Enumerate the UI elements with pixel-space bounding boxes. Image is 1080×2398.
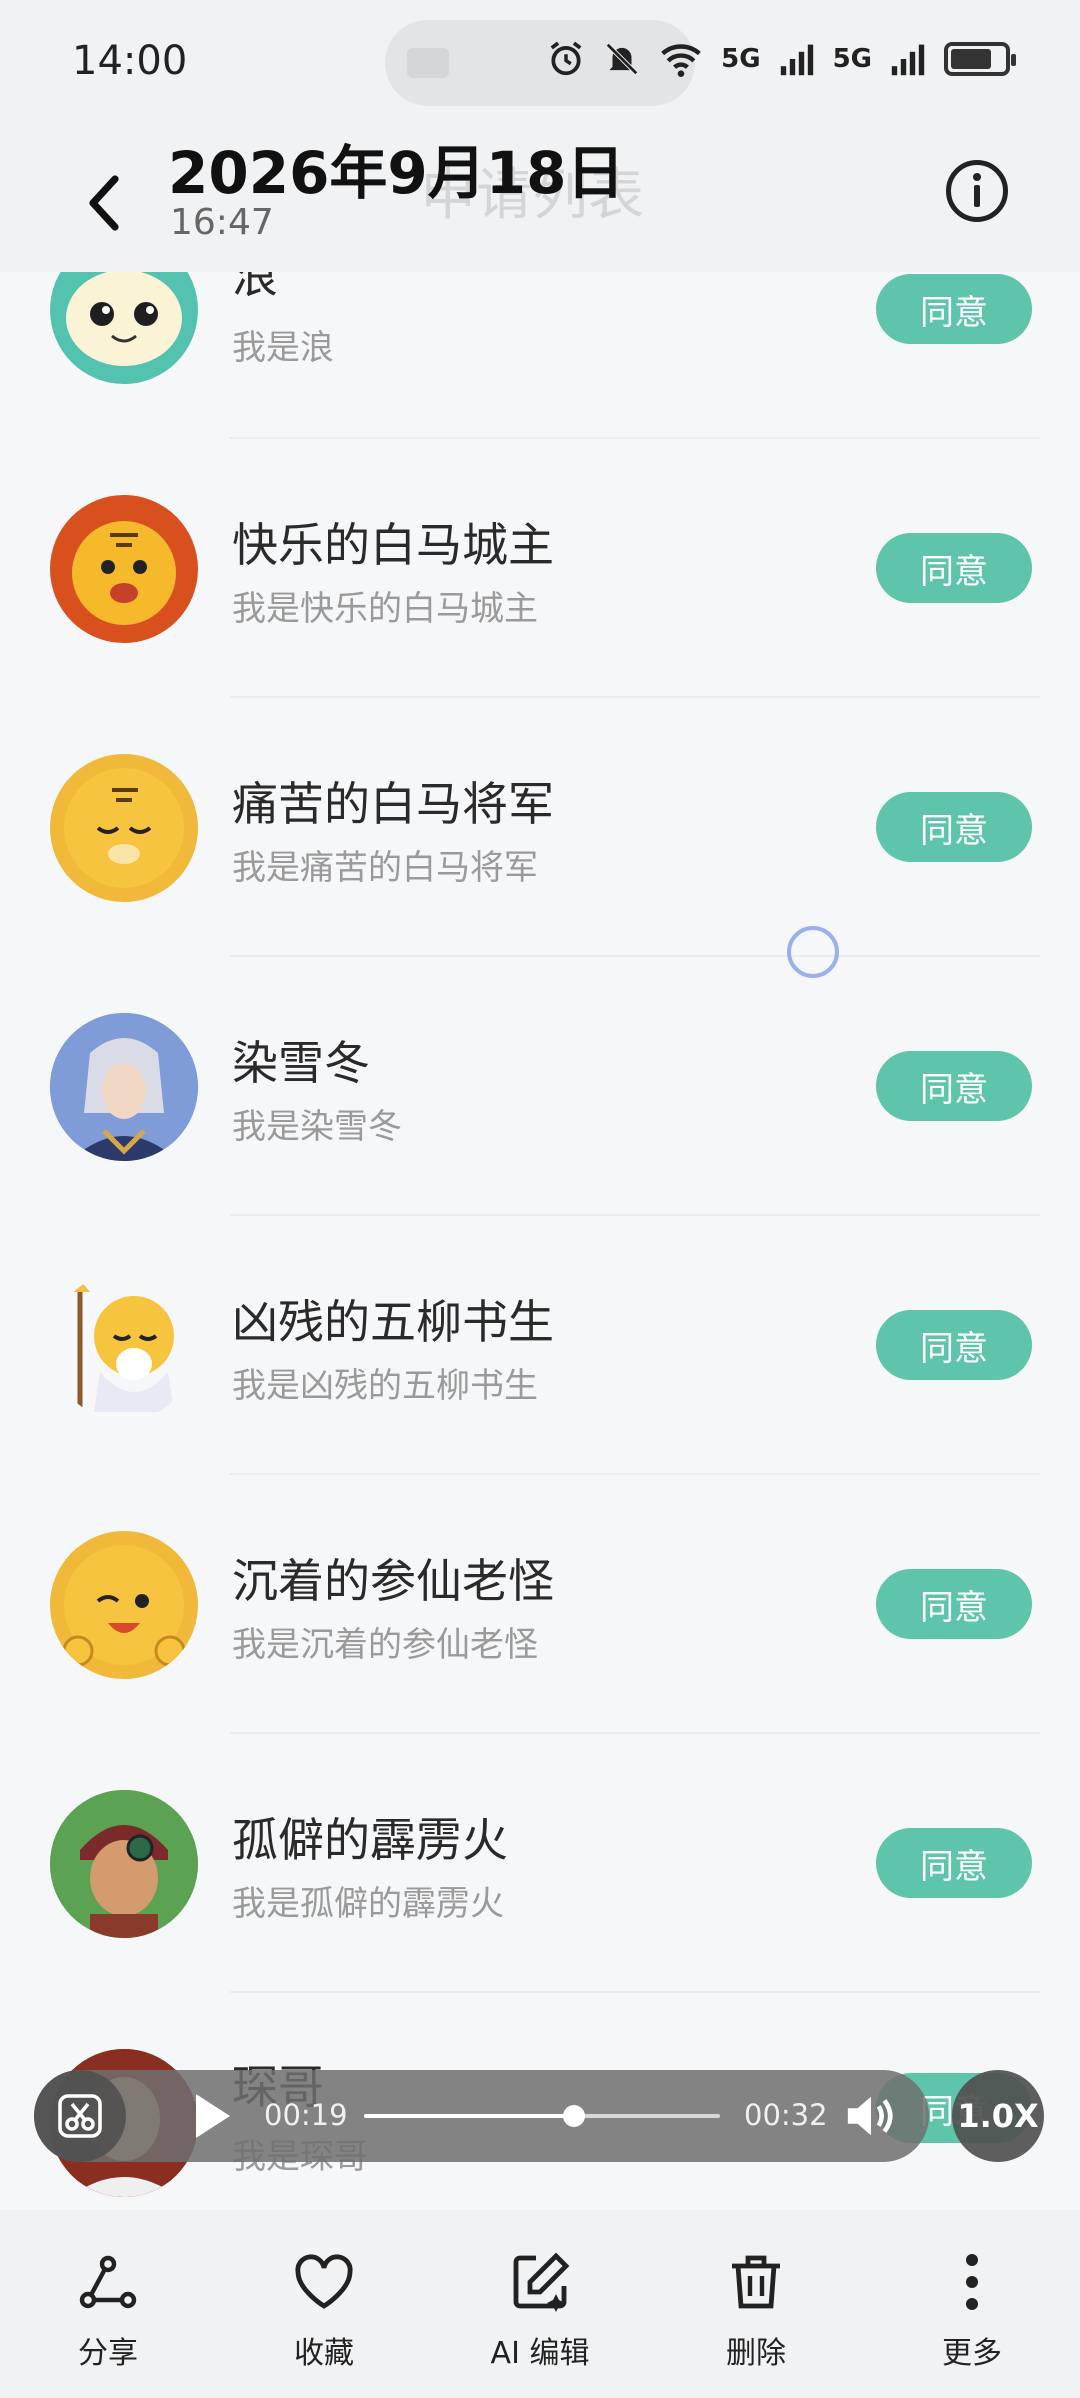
applicant-name: 染雪冬 bbox=[232, 1036, 370, 1090]
applicant-message: 我是浪 bbox=[232, 328, 334, 368]
progress-knob[interactable] bbox=[563, 2105, 586, 2127]
avatar bbox=[50, 1530, 198, 1679]
applicant-name: 孤僻的霹雳火 bbox=[232, 1813, 508, 1867]
agree-button[interactable]: 同意 bbox=[876, 274, 1032, 344]
share-label: 分享 bbox=[78, 2336, 138, 2371]
share-button[interactable]: 分享 bbox=[18, 2210, 198, 2398]
volume-icon[interactable] bbox=[844, 2092, 898, 2140]
audio-player: 00:19 00:32 1.0X bbox=[34, 2070, 1044, 2162]
agree-button[interactable]: 同意 bbox=[876, 1051, 1032, 1121]
chevron-left-icon bbox=[89, 175, 119, 231]
avatar bbox=[50, 753, 198, 902]
agree-button[interactable]: 同意 bbox=[876, 1828, 1032, 1898]
more-vertical-icon bbox=[966, 2254, 978, 2310]
status-bar: 14:00 5G 5G bbox=[0, 0, 1080, 130]
loading-indicator bbox=[787, 926, 839, 978]
header: 申请列表 2026年9月18日 16:47 bbox=[0, 110, 1080, 272]
favorite-label: 收藏 bbox=[294, 2336, 354, 2371]
more-label: 更多 bbox=[942, 2336, 1002, 2371]
list-item: 沉着的参仙老怪 我是沉着的参仙老怪 同意 bbox=[0, 1475, 1080, 1734]
applicant-message: 我是快乐的白马城主 bbox=[232, 589, 538, 629]
agree-button[interactable]: 同意 bbox=[876, 1569, 1032, 1639]
avatar bbox=[50, 1271, 198, 1420]
applicant-message: 我是痛苦的白马将军 bbox=[232, 848, 538, 888]
avatar bbox=[50, 494, 198, 643]
delete-button[interactable]: 删除 bbox=[666, 2210, 846, 2398]
list-item: 痛苦的白马将军 我是痛苦的白马将军 同意 bbox=[0, 698, 1080, 957]
applicant-message: 我是孤僻的霹雳火 bbox=[232, 1884, 504, 1924]
list-item: 凶残的五柳书生 我是凶残的五柳书生 同意 bbox=[0, 1216, 1080, 1475]
list-item: 孤僻的霹雳火 我是孤僻的霹雳火 同意 bbox=[0, 1734, 1080, 1993]
applicant-name: 快乐的白马城主 bbox=[232, 518, 554, 572]
wifi-icon bbox=[661, 44, 701, 77]
agree-button[interactable]: 同意 bbox=[876, 1310, 1032, 1380]
status-icons: 5G 5G bbox=[547, 40, 1016, 78]
back-button[interactable] bbox=[70, 158, 140, 248]
signal-icon bbox=[780, 44, 813, 76]
delete-label: 删除 bbox=[726, 2336, 786, 2371]
avatar bbox=[50, 1789, 198, 1938]
network-label-1: 5G bbox=[721, 44, 761, 74]
info-button[interactable] bbox=[946, 160, 1008, 222]
applicant-name: 凶残的五柳书生 bbox=[232, 1295, 554, 1349]
page-subtitle: 16:47 bbox=[170, 202, 274, 243]
network-label-2: 5G bbox=[832, 44, 872, 74]
agree-button[interactable]: 同意 bbox=[876, 533, 1032, 603]
applicant-message: 我是染雪冬 bbox=[232, 1107, 402, 1147]
heart-icon bbox=[295, 2254, 353, 2309]
bottom-toolbar: 分享 收藏 AI 编辑 删除 更多 bbox=[0, 2210, 1080, 2398]
agree-button[interactable]: 同意 bbox=[876, 792, 1032, 862]
list-item: 快乐的白马城主 我是快乐的白马城主 同意 bbox=[0, 439, 1080, 698]
applicant-message: 我是凶残的五柳书生 bbox=[232, 1366, 538, 1406]
ai-edit-icon bbox=[513, 2252, 570, 2312]
applicant-name: 沉着的参仙老怪 bbox=[232, 1554, 554, 1608]
total-time: 00:32 bbox=[744, 2098, 828, 2132]
favorite-button[interactable]: 收藏 bbox=[234, 2210, 414, 2398]
scissors-icon bbox=[58, 2094, 102, 2138]
applicant-message: 我是沉着的参仙老怪 bbox=[232, 1625, 538, 1665]
clip-edit-button[interactable] bbox=[34, 2070, 126, 2162]
mute-bell-icon bbox=[606, 43, 639, 75]
progress-slider[interactable] bbox=[364, 2105, 720, 2127]
trash-icon bbox=[732, 2255, 780, 2309]
camera-icon bbox=[407, 48, 449, 78]
page-title: 2026年9月18日 bbox=[168, 139, 625, 207]
share-icon bbox=[79, 2255, 137, 2309]
battery-charging-icon bbox=[944, 42, 1016, 76]
playback-speed-button[interactable]: 1.0X bbox=[952, 2070, 1044, 2162]
signal-icon bbox=[891, 44, 925, 76]
list-item: 染雪冬 我是染雪冬 同意 bbox=[0, 957, 1080, 1216]
current-time: 00:19 bbox=[264, 2098, 348, 2132]
avatar bbox=[50, 1012, 198, 1161]
applicant-name: 痛苦的白马将军 bbox=[232, 777, 554, 831]
status-time: 14:00 bbox=[72, 38, 188, 84]
more-button[interactable]: 更多 bbox=[882, 2210, 1062, 2398]
play-button[interactable] bbox=[196, 2094, 230, 2138]
alarm-icon bbox=[550, 41, 582, 76]
player-bar: 00:19 00:32 bbox=[34, 2070, 929, 2162]
ai-edit-button[interactable]: AI 编辑 bbox=[450, 2210, 630, 2398]
info-icon bbox=[973, 173, 981, 207]
ai-edit-label: AI 编辑 bbox=[490, 2336, 590, 2371]
